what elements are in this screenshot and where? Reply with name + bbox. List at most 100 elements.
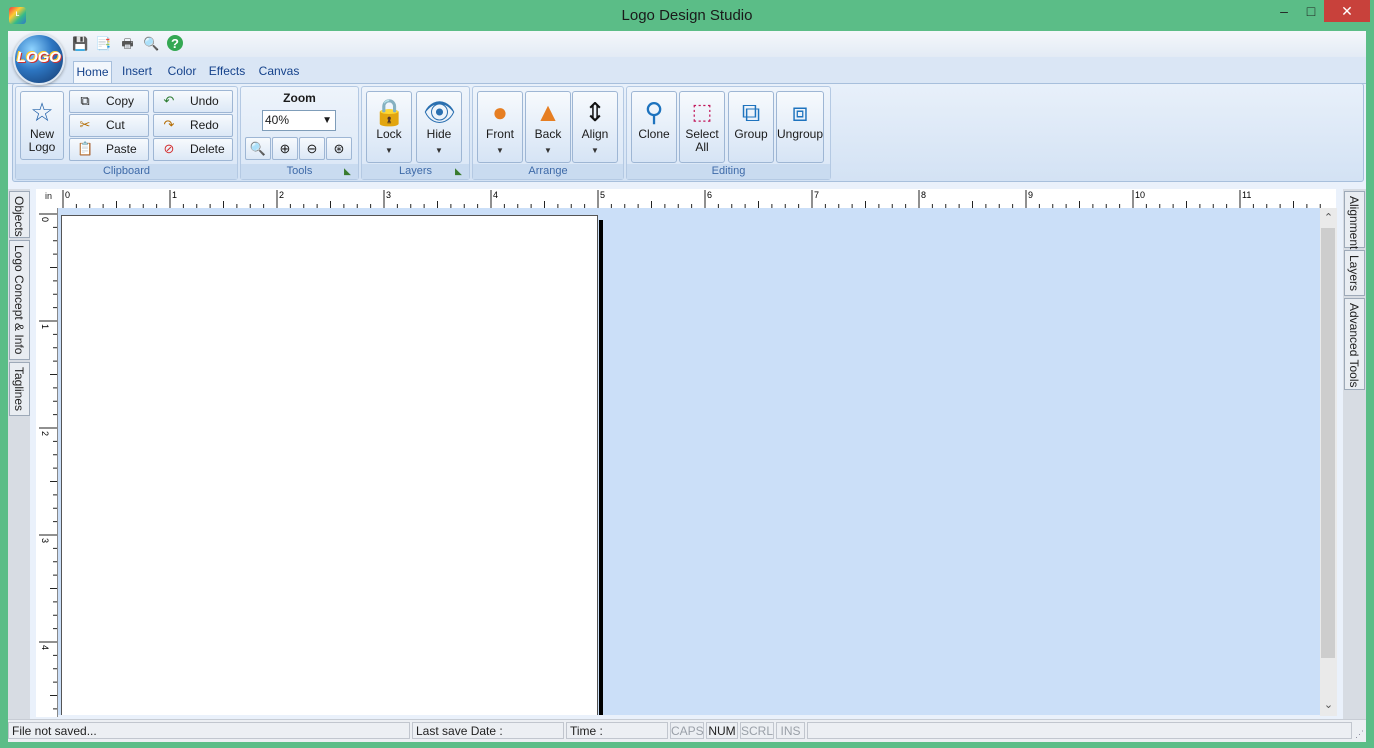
quick-access-toolbar: 💾 📑 🖶 🔍 ? bbox=[8, 31, 1366, 57]
tab-home[interactable]: Home bbox=[73, 61, 112, 83]
copy-button[interactable]: ⧉ Copy bbox=[69, 90, 149, 113]
minimize-button[interactable]: ‒ bbox=[1269, 0, 1299, 22]
new-logo-button[interactable]: ☆ New Logo bbox=[20, 91, 64, 160]
delete-button[interactable]: ⊘ Delete bbox=[153, 138, 233, 161]
ruler-label: 10 bbox=[1135, 190, 1145, 200]
zoom-actual-button[interactable]: ⊛ bbox=[326, 137, 352, 160]
cut-icon: ✂ bbox=[79, 117, 91, 132]
save-icon[interactable]: 💾 bbox=[72, 35, 89, 52]
bring-front-icon: ● bbox=[492, 97, 508, 127]
front-dropdown-icon: ▼ bbox=[496, 146, 504, 155]
tab-insert[interactable]: Insert bbox=[118, 61, 156, 82]
back-button[interactable]: ▲ Back ▼ bbox=[525, 91, 571, 163]
ruler-label: 3 bbox=[386, 190, 391, 200]
scroll-thumb[interactable] bbox=[1321, 228, 1335, 658]
title-bar: L Logo Design Studio ‒ □ ✕ bbox=[0, 0, 1374, 31]
lock-icon: 🔒 bbox=[373, 97, 406, 127]
zoom-in-button[interactable]: ⊕ bbox=[272, 137, 298, 160]
hide-button[interactable]: 👁 Hide ▼ bbox=[416, 91, 462, 163]
lock-label: Lock bbox=[376, 127, 402, 141]
group-button[interactable]: ⧉ Group bbox=[728, 91, 774, 163]
status-ins: INS bbox=[776, 722, 805, 739]
send-back-icon: ▲ bbox=[535, 97, 561, 127]
status-scrl: SCRL bbox=[740, 722, 774, 739]
zoom-select[interactable]: 40% ▼ bbox=[262, 110, 336, 131]
hide-label: Hide bbox=[426, 127, 452, 141]
chevron-down-icon: ▼ bbox=[322, 115, 332, 126]
side-tab-alignment[interactable]: Alignment bbox=[1344, 191, 1365, 249]
window-title: Logo Design Studio bbox=[621, 7, 753, 24]
zoom-in-icon: ⊕ bbox=[279, 141, 291, 156]
ribbon-panel: ☆ New Logo ⧉ Copy ✂ Cut 📋 Paste ↶ Undo ↷ bbox=[12, 83, 1364, 182]
zoom-label: Zoom bbox=[283, 91, 316, 105]
clone-button[interactable]: ⚲ Clone bbox=[631, 91, 677, 163]
ruler-label: 9 bbox=[1028, 190, 1033, 200]
zoom-fit-button[interactable]: 🔍 bbox=[245, 137, 271, 160]
editing-group: ⚲ Clone ⬚ Select All ⧉ Group ⧈ Ungroup E… bbox=[626, 86, 831, 180]
left-side-tabs: Objects Logo Concept & Info Taglines bbox=[8, 189, 30, 719]
clipboard-group: ☆ New Logo ⧉ Copy ✂ Cut 📋 Paste ↶ Undo ↷ bbox=[15, 86, 238, 180]
status-time: Time : bbox=[566, 722, 668, 739]
lock-button[interactable]: 🔒 Lock ▼ bbox=[366, 91, 412, 163]
side-tab-taglines[interactable]: Taglines bbox=[9, 362, 30, 416]
hide-dropdown-icon: ▼ bbox=[435, 146, 443, 155]
tab-canvas[interactable]: Canvas bbox=[257, 61, 301, 82]
side-tab-logo-concept[interactable]: Logo Concept & Info bbox=[9, 240, 30, 360]
canvas-workspace[interactable] bbox=[58, 208, 1320, 715]
ruler-label: 7 bbox=[814, 190, 819, 200]
side-tab-taglines-label: Taglines bbox=[12, 367, 26, 412]
status-num: NUM bbox=[706, 722, 738, 739]
clone-stamp-icon: ⚲ bbox=[644, 97, 664, 127]
delete-icon: ⊘ bbox=[163, 141, 175, 156]
layers-group-label: Layers bbox=[362, 164, 469, 179]
side-tab-logo-concept-label: Logo Concept & Info bbox=[12, 245, 26, 355]
zoom-value: 40% bbox=[265, 113, 290, 127]
layers-launcher-icon[interactable]: ◣ bbox=[455, 166, 466, 177]
undo-icon: ↶ bbox=[163, 93, 175, 108]
close-button[interactable]: ✕ bbox=[1324, 0, 1370, 22]
page-shadow bbox=[599, 220, 603, 715]
maximize-button[interactable]: □ bbox=[1296, 0, 1326, 22]
side-tab-layers[interactable]: Layers bbox=[1344, 250, 1365, 296]
redo-button[interactable]: ↷ Redo bbox=[153, 114, 233, 137]
logo-canvas-page[interactable] bbox=[61, 215, 598, 715]
cut-button[interactable]: ✂ Cut bbox=[69, 114, 149, 137]
paste-label: Paste bbox=[106, 142, 137, 156]
zoom-out-button[interactable]: ⊖ bbox=[299, 137, 325, 160]
resize-grip-icon[interactable]: ⋰ bbox=[1355, 729, 1364, 740]
layers-group: 🔒 Lock ▼ 👁 Hide ▼ Layers ◣ bbox=[361, 86, 470, 180]
save-as-icon[interactable]: 📑 bbox=[95, 35, 112, 52]
help-icon[interactable]: ? bbox=[167, 35, 183, 51]
redo-icon: ↷ bbox=[163, 117, 175, 132]
front-button[interactable]: ● Front ▼ bbox=[477, 91, 523, 163]
copy-icon: ⧉ bbox=[80, 93, 90, 108]
tab-effects[interactable]: Effects bbox=[207, 61, 247, 82]
group-label: Group bbox=[734, 127, 768, 141]
select-all-button[interactable]: ⬚ Select All bbox=[679, 91, 725, 163]
scroll-down-icon[interactable]: ⌄ bbox=[1320, 698, 1337, 711]
app-menu-orb[interactable]: LOGO bbox=[13, 33, 65, 85]
status-empty-panel bbox=[807, 722, 1352, 739]
print-preview-icon[interactable]: 🔍 bbox=[143, 35, 160, 52]
scroll-up-icon[interactable]: ⌃ bbox=[1320, 211, 1337, 224]
print-icon[interactable]: 🖶 bbox=[119, 35, 136, 52]
tab-color[interactable]: Color bbox=[164, 61, 200, 82]
tools-launcher-icon[interactable]: ◣ bbox=[344, 166, 355, 177]
side-tab-objects[interactable]: Objects bbox=[9, 191, 30, 238]
tools-group-label: Tools bbox=[241, 164, 358, 179]
eye-icon: 👁 bbox=[423, 97, 457, 127]
ruler-label: 8 bbox=[921, 190, 926, 200]
status-file: File not saved... bbox=[8, 722, 410, 739]
ruler-label: 1 bbox=[172, 190, 177, 200]
ruler-label: 2 bbox=[40, 431, 50, 436]
align-button[interactable]: ⇕ Align ▼ bbox=[572, 91, 618, 163]
undo-button[interactable]: ↶ Undo bbox=[153, 90, 233, 113]
ungroup-button[interactable]: ⧈ Ungroup bbox=[776, 91, 824, 163]
side-tab-advanced-tools[interactable]: Advanced Tools bbox=[1344, 298, 1365, 390]
arrange-group: ● Front ▼ ▲ Back ▼ ⇕ Align ▼ Arrange bbox=[472, 86, 624, 180]
arrange-group-label: Arrange bbox=[473, 164, 623, 179]
paste-button[interactable]: 📋 Paste bbox=[69, 138, 149, 161]
status-bar: File not saved... Last save Date : Time … bbox=[8, 719, 1366, 742]
vertical-scrollbar[interactable]: ⌃ ⌄ bbox=[1320, 208, 1337, 716]
select-all-icon: ⬚ bbox=[691, 99, 713, 124]
